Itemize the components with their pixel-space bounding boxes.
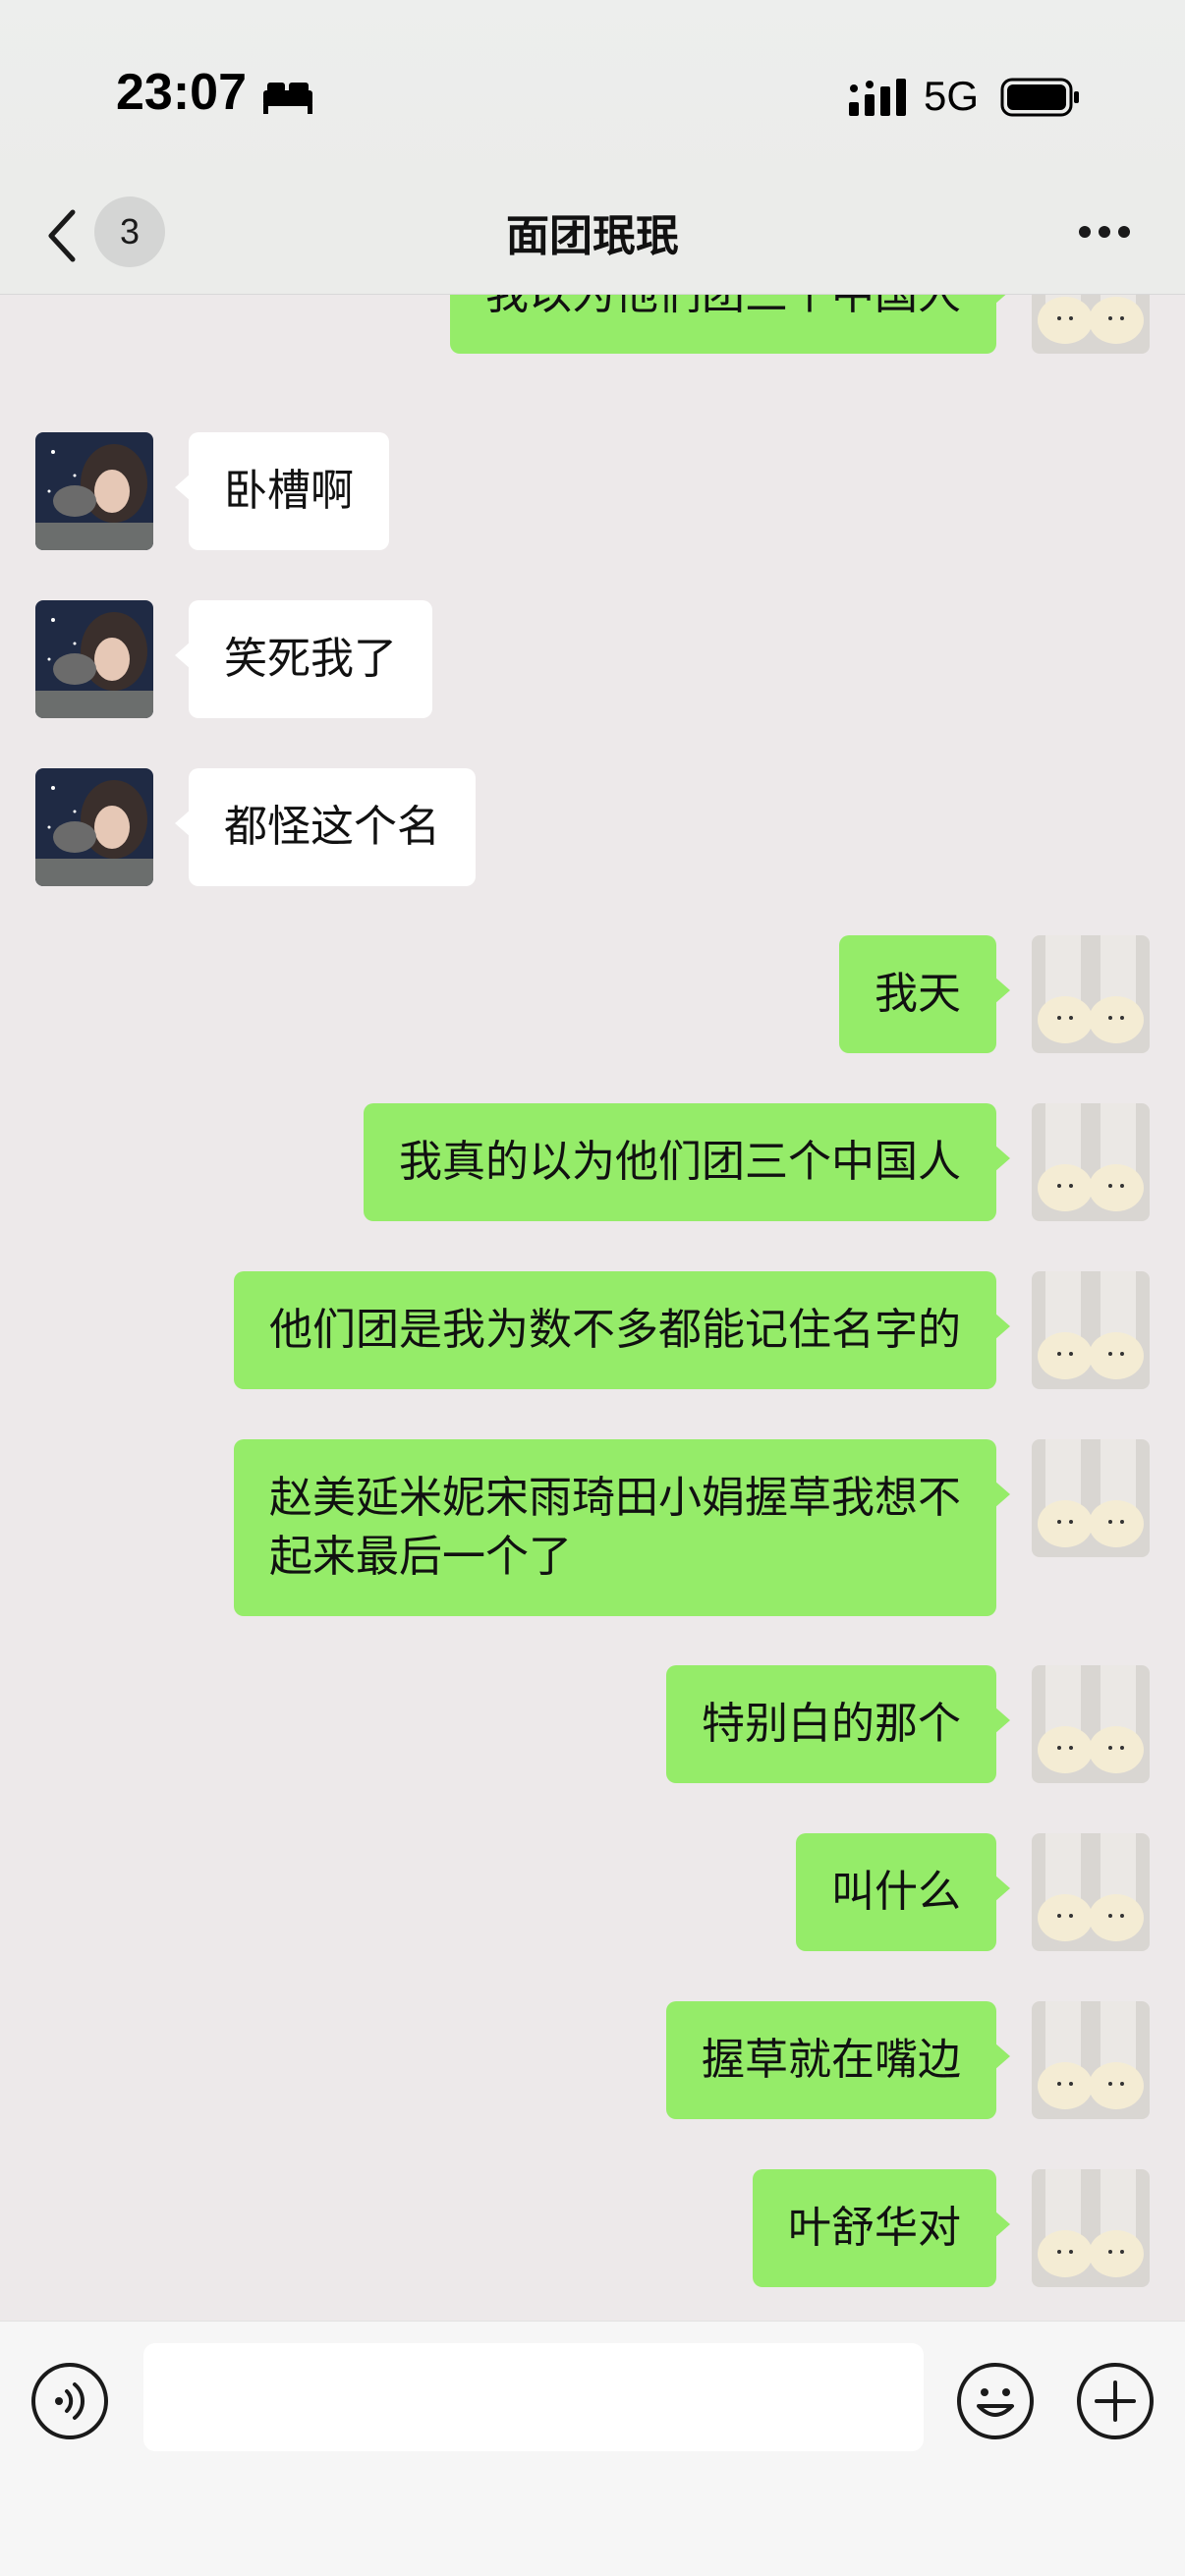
message-bubble-incoming[interactable]: 笑死我了	[175, 600, 432, 718]
contact-avatar[interactable]	[35, 768, 153, 886]
signal-icon	[849, 79, 906, 116]
my-avatar[interactable]	[1032, 1103, 1150, 1221]
status-time: 23:07	[116, 64, 247, 121]
my-avatar[interactable]	[1032, 2169, 1150, 2287]
message-bubble-outgoing[interactable]: 他们团是我为数不多都能记住名字的	[234, 1271, 1010, 1389]
chat-title: 面团珉珉	[506, 211, 679, 261]
status-bar: 23:07 5G	[0, 0, 1185, 187]
my-avatar[interactable]	[1032, 2001, 1150, 2119]
message-bubble-outgoing[interactable]: 我真的以为他们团三个中国人	[364, 1103, 1010, 1221]
message-bubble-outgoing[interactable]: 特别白的那个	[666, 1665, 1010, 1783]
message-bubble-outgoing[interactable]: 叶舒华对	[753, 2169, 1010, 2287]
plus-icon[interactable]	[1075, 2361, 1156, 2441]
my-avatar[interactable]	[1032, 935, 1150, 1053]
message-bubble-incoming[interactable]: 卧槽啊	[175, 432, 389, 550]
emoji-icon[interactable]	[955, 2361, 1036, 2441]
battery-icon	[1000, 78, 1079, 117]
input-bar	[0, 2321, 1185, 2576]
message-list[interactable]: 我以为他们团三个中国人 卧槽啊	[0, 295, 1185, 2321]
voice-icon[interactable]	[29, 2361, 110, 2441]
bed-icon	[263, 83, 312, 114]
my-avatar[interactable]	[1032, 1833, 1150, 1951]
contact-avatar[interactable]	[35, 432, 153, 550]
my-avatar[interactable]	[1032, 295, 1150, 354]
my-avatar[interactable]	[1032, 1271, 1150, 1389]
contact-avatar[interactable]	[35, 600, 153, 718]
my-avatar[interactable]	[1032, 1665, 1150, 1783]
message-bubble-incoming[interactable]: 都怪这个名	[175, 768, 476, 886]
my-avatar[interactable]	[1032, 1439, 1150, 1557]
more-dots-icon[interactable]	[1077, 224, 1132, 240]
message-input[interactable]	[143, 2343, 924, 2451]
chat-header: 3 面团珉珉	[0, 187, 1185, 295]
message-bubble-outgoing[interactable]: 叫什么	[796, 1833, 1010, 1951]
message-bubble-outgoing[interactable]: 我天	[839, 935, 1010, 1053]
message-bubble-outgoing[interactable]: 我以为他们团三个中国人	[450, 295, 1010, 354]
network-type: 5G	[924, 73, 980, 119]
message-bubble-outgoing[interactable]: 赵美延米妮宋雨琦田小娟握草我想不 起来最后一个了	[234, 1439, 1010, 1616]
message-bubble-outgoing[interactable]: 握草就在嘴边	[666, 2001, 1010, 2119]
